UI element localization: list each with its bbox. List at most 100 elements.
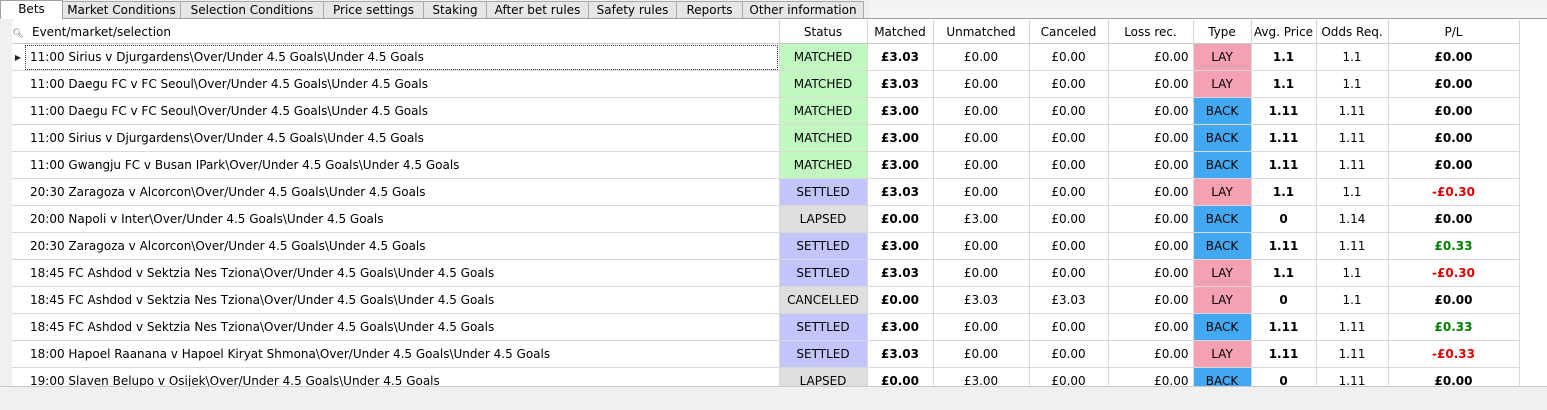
type-cell[interactable]: BACK bbox=[1193, 97, 1252, 125]
tab-safety-rules[interactable]: Safety rules bbox=[588, 1, 677, 18]
unmatched-cell[interactable]: £0.00 bbox=[933, 232, 1030, 260]
event-cell[interactable]: 11:00 Daegu FC v FC Seoul\Over/Under 4.5… bbox=[24, 97, 780, 125]
table-row[interactable]: 11:00 Gwangju FC v Busan IPark\Over/Unde… bbox=[12, 151, 1520, 179]
horizontal-scroll-area[interactable] bbox=[0, 386, 1547, 410]
table-row[interactable]: 11:00 Daegu FC v FC Seoul\Over/Under 4.5… bbox=[12, 97, 1520, 125]
status-cell[interactable]: MATCHED bbox=[779, 70, 868, 98]
pl-cell[interactable]: £0.33 bbox=[1388, 313, 1520, 341]
avg-price-cell[interactable]: 1.11 bbox=[1251, 232, 1317, 260]
type-cell[interactable]: LAY bbox=[1193, 178, 1252, 206]
event-cell[interactable]: 18:45 FC Ashdod v Sektzia Nes Tziona\Ove… bbox=[24, 286, 780, 314]
column-header-loss-rec[interactable]: Loss rec. bbox=[1108, 20, 1194, 44]
event-cell[interactable]: 11:00 Sirius v Djurgardens\Over/Under 4.… bbox=[24, 43, 780, 71]
avg-price-cell[interactable]: 1.1 bbox=[1251, 70, 1317, 98]
odds-req-cell[interactable]: 1.11 bbox=[1316, 340, 1389, 368]
canceled-cell[interactable]: £0.00 bbox=[1029, 340, 1109, 368]
event-cell[interactable]: 11:00 Sirius v Djurgardens\Over/Under 4.… bbox=[24, 124, 780, 152]
loss-rec-cell[interactable]: £0.00 bbox=[1108, 43, 1194, 71]
pl-cell[interactable]: £0.00 bbox=[1388, 70, 1520, 98]
event-cell[interactable]: 18:45 FC Ashdod v Sektzia Nes Tziona\Ove… bbox=[24, 313, 780, 341]
odds-req-cell[interactable]: 1.11 bbox=[1316, 151, 1389, 179]
matched-cell[interactable]: £3.00 bbox=[867, 232, 934, 260]
avg-price-cell[interactable]: 1.11 bbox=[1251, 124, 1317, 152]
table-row[interactable]: 19:00 Slaven Belupo v Osijek\Over/Under … bbox=[12, 367, 1520, 386]
canceled-cell[interactable]: £0.00 bbox=[1029, 70, 1109, 98]
status-cell[interactable]: MATCHED bbox=[779, 124, 868, 152]
search-column-header[interactable]: 🔍︎ bbox=[12, 20, 24, 44]
event-cell[interactable]: 11:00 Gwangju FC v Busan IPark\Over/Unde… bbox=[24, 151, 780, 179]
status-cell[interactable]: MATCHED bbox=[779, 97, 868, 125]
type-cell[interactable]: BACK bbox=[1193, 232, 1252, 260]
table-row[interactable]: 20:30 Zaragoza v Alcorcon\Over/Under 4.5… bbox=[12, 232, 1520, 260]
unmatched-cell[interactable]: £3.03 bbox=[933, 286, 1030, 314]
pl-cell[interactable]: £0.00 bbox=[1388, 97, 1520, 125]
canceled-cell[interactable]: £0.00 bbox=[1029, 178, 1109, 206]
unmatched-cell[interactable]: £0.00 bbox=[933, 178, 1030, 206]
loss-rec-cell[interactable]: £0.00 bbox=[1108, 205, 1194, 233]
canceled-cell[interactable]: £0.00 bbox=[1029, 97, 1109, 125]
row-header-cell[interactable] bbox=[12, 178, 24, 206]
loss-rec-cell[interactable]: £0.00 bbox=[1108, 367, 1194, 386]
column-header-type[interactable]: Type bbox=[1193, 20, 1252, 44]
status-cell[interactable]: SETTLED bbox=[779, 178, 868, 206]
loss-rec-cell[interactable]: £0.00 bbox=[1108, 313, 1194, 341]
avg-price-cell[interactable]: 1.11 bbox=[1251, 340, 1317, 368]
status-cell[interactable]: SETTLED bbox=[779, 259, 868, 287]
unmatched-cell[interactable]: £0.00 bbox=[933, 70, 1030, 98]
avg-price-cell[interactable]: 1.11 bbox=[1251, 151, 1317, 179]
pl-cell[interactable]: £0.00 bbox=[1388, 367, 1520, 386]
loss-rec-cell[interactable]: £0.00 bbox=[1108, 70, 1194, 98]
odds-req-cell[interactable]: 1.1 bbox=[1316, 259, 1389, 287]
event-cell[interactable]: 18:00 Hapoel Raanana v Hapoel Kiryat Shm… bbox=[24, 340, 780, 368]
matched-cell[interactable]: £0.00 bbox=[867, 286, 934, 314]
matched-cell[interactable]: £3.03 bbox=[867, 43, 934, 71]
tab-reports[interactable]: Reports bbox=[676, 1, 743, 18]
table-row[interactable]: 20:00 Napoli v Inter\Over/Under 4.5 Goal… bbox=[12, 205, 1520, 233]
canceled-cell[interactable]: £0.00 bbox=[1029, 367, 1109, 386]
type-cell[interactable]: LAY bbox=[1193, 286, 1252, 314]
avg-price-cell[interactable]: 0 bbox=[1251, 367, 1317, 386]
column-header-canceled[interactable]: Canceled bbox=[1029, 20, 1109, 44]
odds-req-cell[interactable]: 1.14 bbox=[1316, 205, 1389, 233]
table-row[interactable]: 20:30 Zaragoza v Alcorcon\Over/Under 4.5… bbox=[12, 178, 1520, 206]
pl-cell[interactable]: £0.00 bbox=[1388, 205, 1520, 233]
tab-market-conditions[interactable]: Market Conditions bbox=[62, 1, 181, 18]
canceled-cell[interactable]: £0.00 bbox=[1029, 151, 1109, 179]
loss-rec-cell[interactable]: £0.00 bbox=[1108, 178, 1194, 206]
status-cell[interactable]: MATCHED bbox=[779, 151, 868, 179]
pl-cell[interactable]: -£0.30 bbox=[1388, 178, 1520, 206]
unmatched-cell[interactable]: £0.00 bbox=[933, 43, 1030, 71]
tab-price-settings[interactable]: Price settings bbox=[323, 1, 424, 18]
type-cell[interactable]: BACK bbox=[1193, 367, 1252, 386]
row-header-cell[interactable] bbox=[12, 313, 24, 341]
tab-staking[interactable]: Staking bbox=[423, 1, 487, 18]
unmatched-cell[interactable]: £0.00 bbox=[933, 151, 1030, 179]
status-cell[interactable]: MATCHED bbox=[779, 43, 868, 71]
unmatched-cell[interactable]: £0.00 bbox=[933, 313, 1030, 341]
column-header-status[interactable]: Status bbox=[779, 20, 868, 44]
unmatched-cell[interactable]: £0.00 bbox=[933, 124, 1030, 152]
type-cell[interactable]: LAY bbox=[1193, 70, 1252, 98]
odds-req-cell[interactable]: 1.11 bbox=[1316, 232, 1389, 260]
status-cell[interactable]: SETTLED bbox=[779, 313, 868, 341]
pl-cell[interactable]: £0.00 bbox=[1388, 286, 1520, 314]
tab-after-bet-rules[interactable]: After bet rules bbox=[486, 1, 589, 18]
row-header-cell[interactable]: ▶ bbox=[12, 43, 24, 71]
column-header-avg-price[interactable]: Avg. Price bbox=[1251, 20, 1317, 44]
odds-req-cell[interactable]: 1.11 bbox=[1316, 124, 1389, 152]
table-row[interactable]: 18:00 Hapoel Raanana v Hapoel Kiryat Shm… bbox=[12, 340, 1520, 368]
canceled-cell[interactable]: £0.00 bbox=[1029, 313, 1109, 341]
type-cell[interactable]: LAY bbox=[1193, 340, 1252, 368]
event-cell[interactable]: 18:45 FC Ashdod v Sektzia Nes Tziona\Ove… bbox=[24, 259, 780, 287]
column-header-odds-req[interactable]: Odds Req. bbox=[1316, 20, 1389, 44]
avg-price-cell[interactable]: 1.1 bbox=[1251, 43, 1317, 71]
odds-req-cell[interactable]: 1.11 bbox=[1316, 97, 1389, 125]
column-header-unmatched[interactable]: Unmatched bbox=[933, 20, 1030, 44]
canceled-cell[interactable]: £0.00 bbox=[1029, 43, 1109, 71]
row-header-cell[interactable] bbox=[12, 151, 24, 179]
pl-cell[interactable]: £0.00 bbox=[1388, 151, 1520, 179]
canceled-cell[interactable]: £0.00 bbox=[1029, 259, 1109, 287]
avg-price-cell[interactable]: 1.11 bbox=[1251, 97, 1317, 125]
avg-price-cell[interactable]: 0 bbox=[1251, 286, 1317, 314]
loss-rec-cell[interactable]: £0.00 bbox=[1108, 151, 1194, 179]
